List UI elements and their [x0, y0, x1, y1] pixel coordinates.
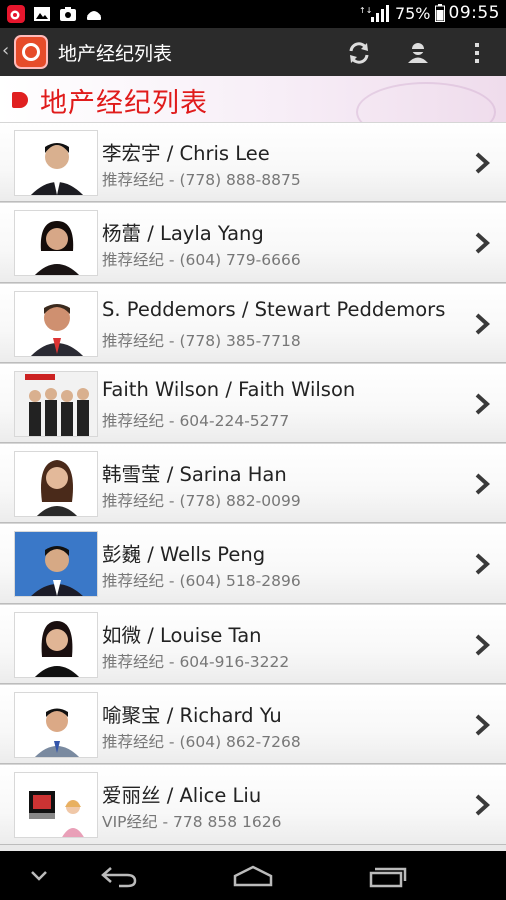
app-logo [14, 35, 48, 69]
action-bar: ‹ 地产经纪列表 [0, 28, 506, 76]
agent-name: 爱丽丝 / Alice Liu [102, 784, 262, 808]
agent-detail: 推荐经纪 - (778) 882-0099 [102, 492, 301, 511]
chevron-right-icon [475, 232, 490, 254]
agent-detail: VIP经纪 - 778 858 1626 [102, 813, 282, 832]
agent-name: 韩雪莹 / Sarina Han [102, 463, 287, 487]
chevron-right-icon [475, 794, 490, 816]
home-button[interactable] [230, 859, 276, 893]
weibo-icon [7, 5, 25, 23]
chevron-right-icon [475, 634, 490, 656]
agent-detail: 推荐经纪 - (778) 385-7718 [102, 331, 301, 350]
agent-detail: 推荐经纪 - 604-224-5277 [102, 411, 290, 430]
page-title: 地产经纪列表 [40, 88, 208, 119]
agent-name: 喻聚宝 / Richard Yu [102, 704, 282, 728]
agent-name: 杨蕾 / Layla Yang [102, 222, 264, 246]
agent-name: 李宏宇 / Chris Lee [102, 142, 270, 165]
agent-photo [14, 531, 98, 598]
agent-row[interactable]: 喻聚宝 / Richard Yu 推荐经纪 - (604) 862-7268 [0, 684, 506, 765]
image-icon [34, 7, 50, 21]
agent-row[interactable]: Faith Wilson / Faith Wilson 推荐经纪 - 604-2… [0, 362, 506, 444]
agent-row[interactable]: S. Peddemors / Stewart Peddemors 推荐经纪 - … [0, 282, 506, 363]
agent-row[interactable]: 杨蕾 / Layla Yang 推荐经纪 - (604) 779-6666 [0, 202, 506, 283]
agent-photo [14, 370, 98, 437]
overflow-menu-icon [475, 43, 479, 63]
profile-button[interactable] [401, 36, 435, 70]
agent-photo [14, 290, 98, 357]
chevron-right-icon [475, 473, 490, 495]
agent-detail: 推荐经纪 - (604) 518-2896 [102, 572, 301, 591]
agent-name: S. Peddemors / Stewart Peddemors [102, 297, 446, 321]
agent-row[interactable]: 韩雪莹 / Sarina Han 推荐经纪 - (778) 882-0099 [0, 443, 506, 524]
system-nav-bar [0, 851, 506, 900]
agent-row[interactable]: 如微 / Louise Tan 推荐经纪 - 604-916-3222 [0, 603, 506, 685]
agent-photo [14, 611, 98, 678]
agent-photo [14, 210, 98, 277]
back-icon [101, 867, 137, 888]
agent-name: Faith Wilson / Faith Wilson [102, 377, 356, 401]
agent-photo [14, 692, 98, 759]
header-marker [12, 92, 28, 108]
battery-icon [434, 4, 445, 22]
back-button[interactable] [96, 859, 142, 893]
agent-photo [14, 130, 98, 196]
agent-name: 如微 / Louise Tan [102, 623, 262, 647]
svg-text:↑↓: ↑↓ [359, 6, 372, 15]
camera-icon [60, 7, 76, 21]
agent-photo [14, 772, 98, 839]
agent-detail: 推荐经纪 - (604) 862-7268 [102, 733, 301, 752]
agent-row[interactable]: 彭巍 / Wells Peng 推荐经纪 - (604) 518-2896 [0, 523, 506, 604]
agent-name: 彭巍 / Wells Peng [102, 543, 266, 567]
clock: 09:55 [448, 3, 500, 23]
recents-button[interactable] [364, 859, 410, 893]
chevron-right-icon [475, 714, 490, 736]
agent-detail: 推荐经纪 - 604-916-3222 [102, 652, 290, 671]
agent-row[interactable]: 李宏宇 / Chris Lee 推荐经纪 - (778) 888-8875 [0, 122, 506, 203]
action-bar-title: 地产经纪列表 [58, 43, 173, 65]
chevron-left-icon: ‹ [2, 40, 10, 61]
profile-icon [408, 43, 428, 63]
home-icon [233, 865, 273, 887]
android-icon [87, 11, 101, 20]
hide-keyboard-icon [31, 871, 47, 881]
recents-icon [369, 867, 407, 888]
chevron-right-icon [475, 152, 490, 174]
chevron-right-icon [475, 553, 490, 575]
agent-detail: 推荐经纪 - (778) 888-8875 [102, 171, 301, 189]
hide-keyboard-button[interactable] [22, 859, 56, 893]
status-bar: ↑↓ 75% 09:55 [0, 0, 506, 28]
chevron-right-icon [475, 313, 490, 335]
agent-detail: 推荐经纪 - (604) 779-6666 [102, 251, 301, 270]
refresh-button[interactable] [342, 36, 376, 70]
agent-photo [14, 451, 98, 518]
agent-list: 李宏宇 / Chris Lee 推荐经纪 - (778) 888-8875 杨蕾… [0, 122, 506, 845]
refresh-icon [349, 42, 369, 64]
battery-percent: 75% [394, 3, 431, 23]
signal-icon: ↑↓ [359, 5, 389, 22]
chevron-right-icon [475, 393, 490, 415]
overflow-menu-button[interactable] [460, 36, 494, 70]
agent-row[interactable]: 爱丽丝 / Alice Liu VIP经纪 - 778 858 1626 [0, 764, 506, 845]
list-header: 地产经纪列表 [0, 76, 506, 142]
